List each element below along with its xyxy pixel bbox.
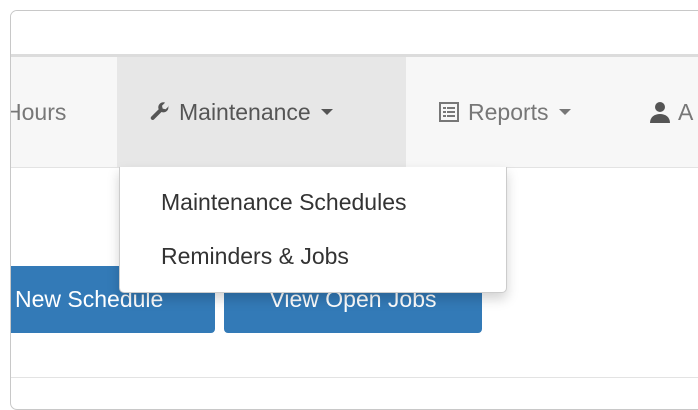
- caret-down-icon: [558, 109, 571, 115]
- main-panel: Hours Maintenance Reports A New Schedule…: [10, 10, 698, 410]
- nav-item-maintenance[interactable]: Maintenance: [117, 57, 406, 167]
- divider: [11, 377, 698, 378]
- nav-item-label: A: [678, 98, 694, 125]
- nav-item-reports[interactable]: Reports: [437, 57, 571, 167]
- report-list-icon: [437, 100, 461, 124]
- nav-item-label: Hours: [10, 98, 67, 125]
- menu-item-reminders-jobs[interactable]: Reminders & Jobs: [161, 243, 349, 270]
- nav-item-account[interactable]: A: [649, 57, 693, 167]
- nav-item-hours[interactable]: Hours: [10, 57, 105, 167]
- caret-down-icon: [320, 109, 333, 115]
- nav-item-label: Maintenance: [179, 98, 311, 125]
- wrench-icon: [148, 100, 172, 124]
- navbar: Hours Maintenance Reports A: [11, 57, 698, 168]
- nav-item-label: Reports: [468, 98, 549, 125]
- maintenance-dropdown-menu: Maintenance Schedules Reminders & Jobs: [119, 167, 507, 293]
- user-icon: [649, 100, 671, 124]
- top-strip: [11, 11, 698, 57]
- menu-item-maintenance-schedules[interactable]: Maintenance Schedules: [161, 189, 407, 216]
